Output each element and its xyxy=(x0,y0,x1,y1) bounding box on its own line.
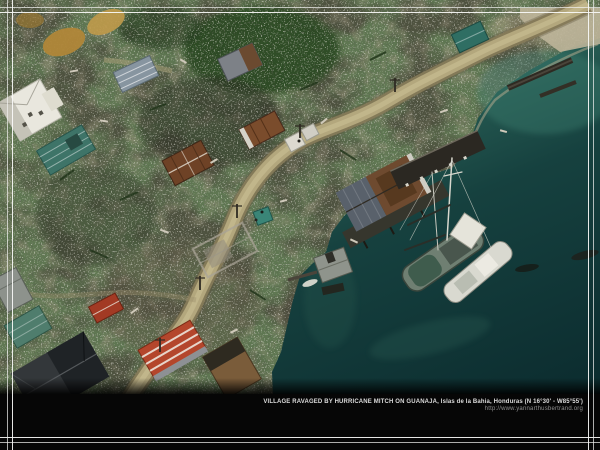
caption-title: VILLAGE RAVAGED BY HURRICANE MITCH ON GU… xyxy=(263,399,583,406)
aerial-photograph xyxy=(0,0,600,450)
caption: VILLAGE RAVAGED BY HURRICANE MITCH ON GU… xyxy=(263,399,583,413)
photo-bottom-fade xyxy=(0,378,600,396)
caption-url: http://www.yannarthusbertrand.org xyxy=(263,406,583,413)
wallpaper-frame: VILLAGE RAVAGED BY HURRICANE MITCH ON GU… xyxy=(0,0,600,450)
